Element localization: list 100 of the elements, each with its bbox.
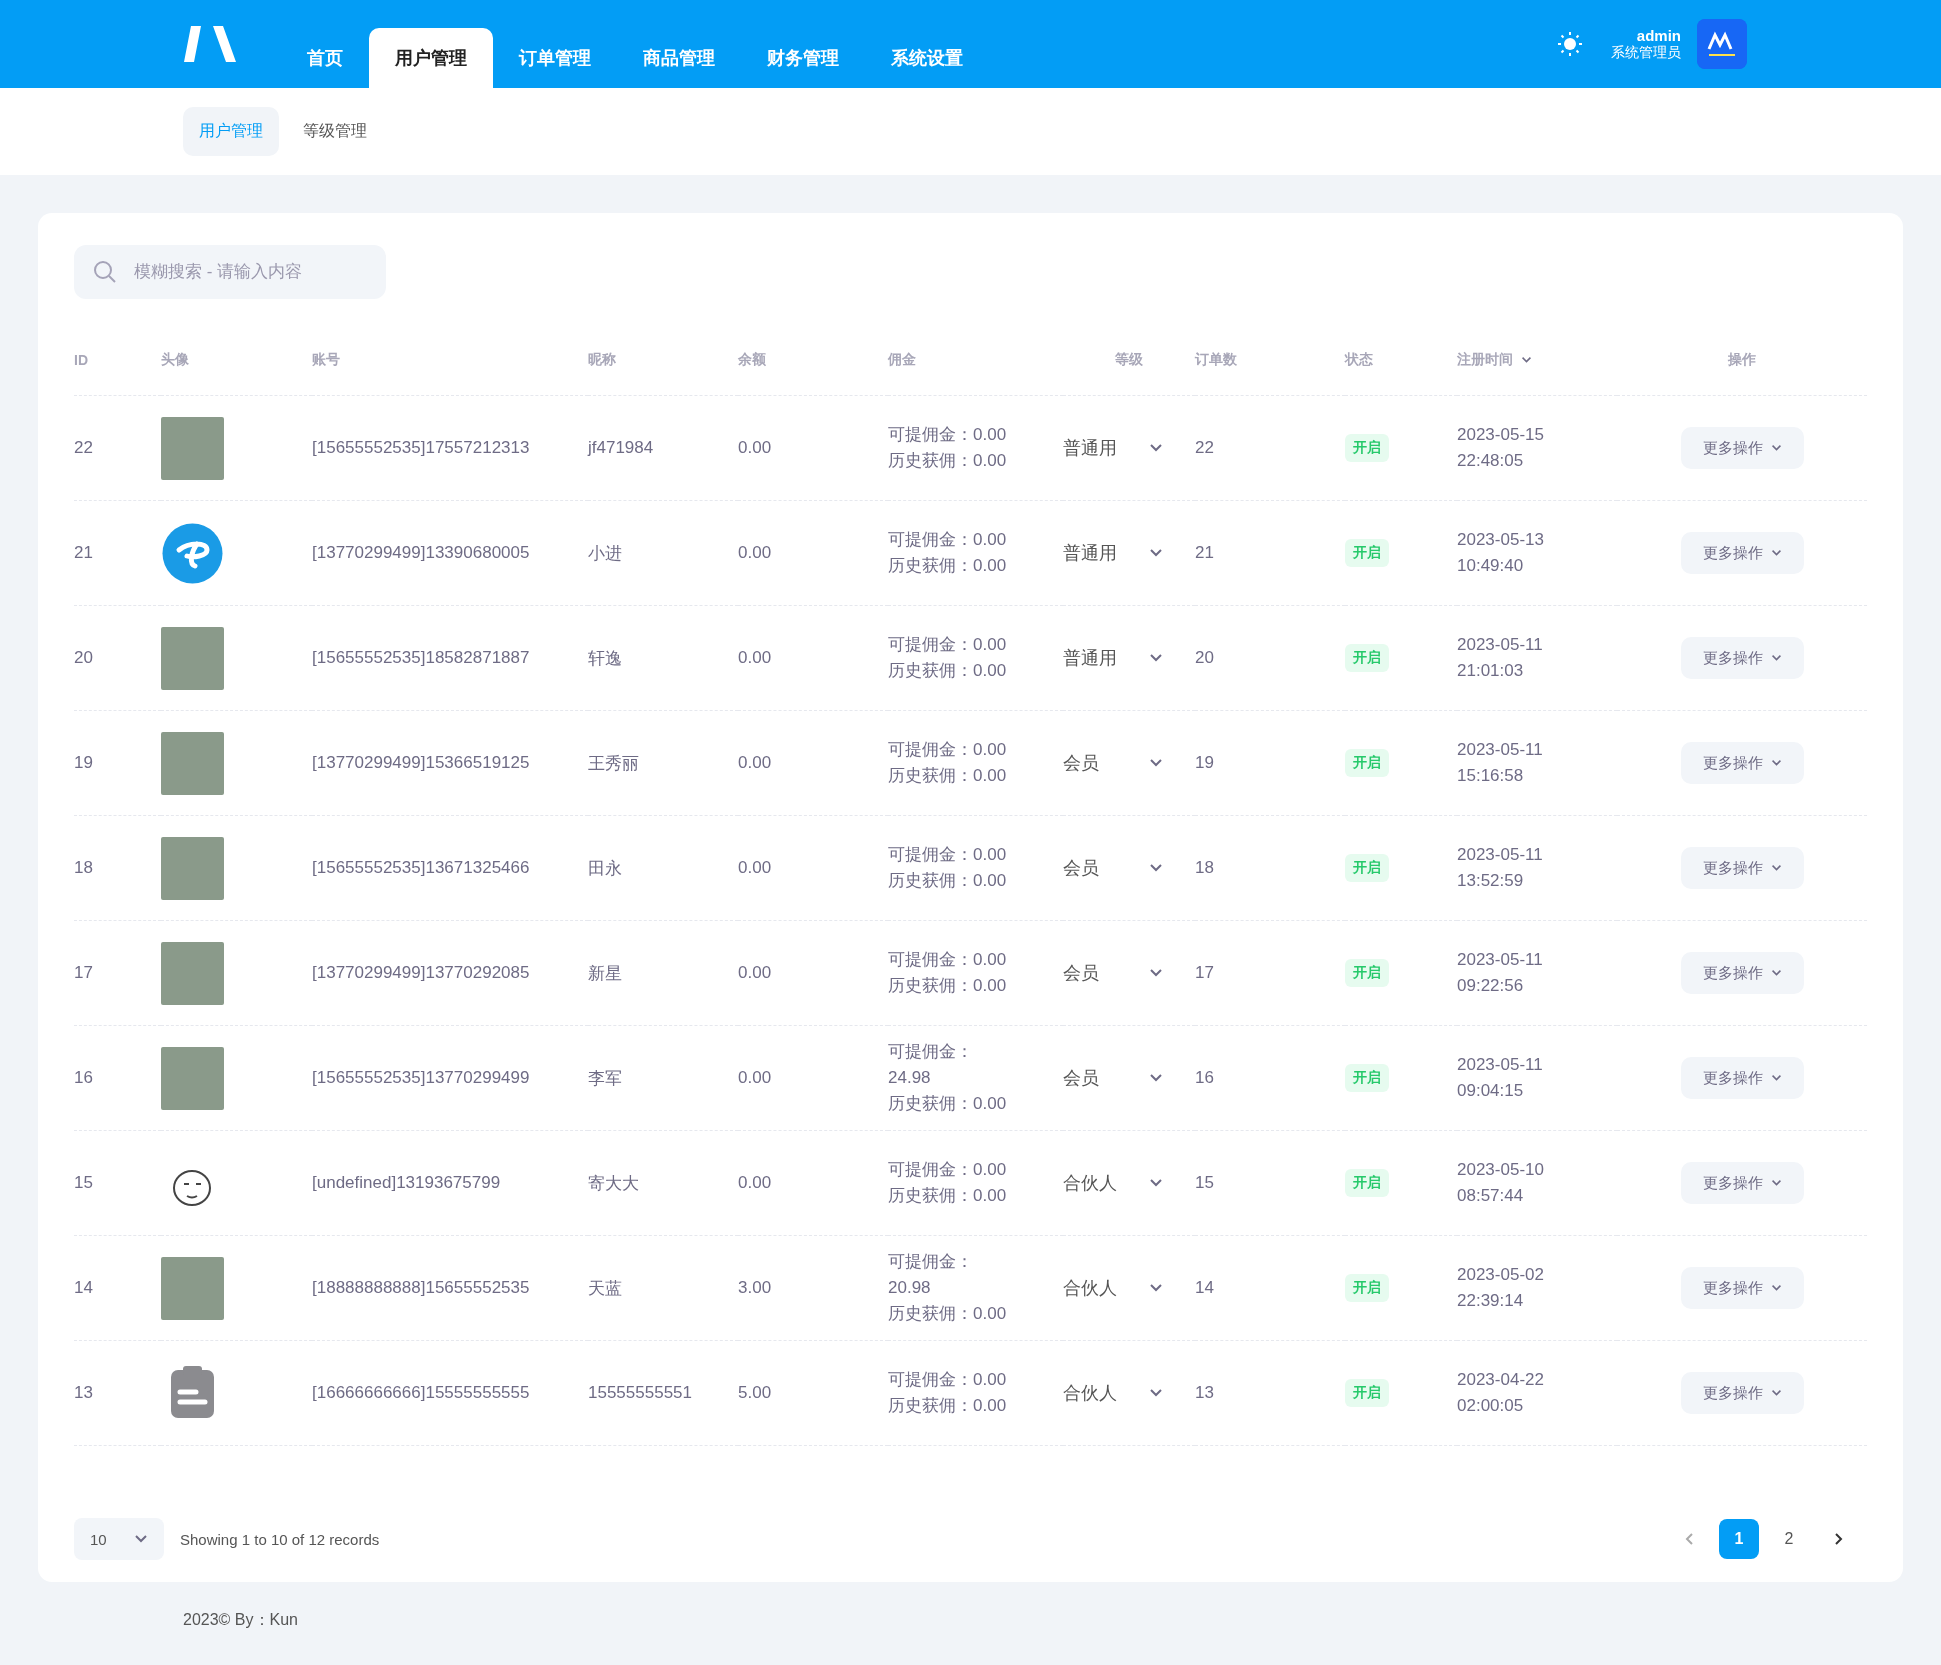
chevron-down-icon [1149,653,1163,663]
date-text: 2023-05-13 [1457,529,1544,551]
column-header: 昵称 [588,351,616,369]
status-tag: 开启 [1345,1274,1389,1302]
table-cell: 13 [1195,1383,1214,1403]
chevron-down-icon [1770,1179,1782,1187]
level-select[interactable]: 会员 [1063,751,1163,775]
table-cell: 0.00 [738,543,772,563]
column-header: 头像 [161,351,189,369]
chevron-down-icon [1149,968,1163,978]
date-text: 2023-05-11 [1457,634,1543,656]
chevron-down-icon [1149,863,1163,873]
time-text: 22:39:14 [1457,1290,1525,1312]
table-cell: 0.00 [738,1173,772,1193]
level-select[interactable]: 会员 [1063,961,1163,985]
table-cell: 18 [1195,858,1214,878]
time-text: 21:01:03 [1457,660,1525,682]
date-text: 2023-05-11 [1457,949,1543,971]
commission-text: 可提佣金：0.00 [888,1159,1008,1181]
table-cell: [13770299499]13770292085 [312,963,530,983]
table-cell: 14 [74,1278,93,1298]
commission-text: 可提佣金：0.00 [888,529,1008,551]
table-cell: [13770299499]15366519125 [312,753,530,773]
more-actions-button[interactable]: 更多操作 [1680,1372,1804,1414]
table-cell: 0.00 [738,753,772,773]
time-text: 13:52:59 [1457,870,1525,892]
more-actions-button[interactable]: 更多操作 [1680,637,1804,679]
table-cell: [15655552535]13671325466 [312,858,530,878]
more-actions-button[interactable]: 更多操作 [1680,532,1804,574]
more-actions-button[interactable]: 更多操作 [1680,952,1804,994]
table-cell: 16 [1195,1068,1214,1088]
level-select[interactable]: 合伙人 [1063,1381,1163,1405]
commission-text: 历史获佣：0.00 [888,765,1008,787]
table-cell: [13770299499]13390680005 [312,543,530,563]
commission-text: 历史获佣：0.00 [888,660,1008,682]
column-header: 账号 [312,351,340,369]
page-button[interactable]: 1 [1719,1519,1759,1559]
table-cell: 19 [1195,753,1214,773]
date-text: 2023-05-15 [1457,424,1544,446]
nav-tab[interactable]: 订单管理 [493,28,617,88]
chevron-down-icon [134,1534,148,1544]
search-field[interactable]: 模糊搜索 - 请输入内容 [74,245,386,299]
more-actions-button[interactable]: 更多操作 [1680,1057,1804,1099]
more-actions-button[interactable]: 更多操作 [1680,1267,1804,1309]
chevron-down-icon [1521,356,1532,364]
column-header: ID [74,352,88,368]
sub-tab[interactable]: 用户管理 [183,107,279,156]
table-cell-text: 小进 [588,542,622,565]
photo-placeholder [161,626,224,690]
table-cell: 18 [74,858,93,878]
more-actions-button[interactable]: 更多操作 [1680,427,1804,469]
chevron-down-icon [1770,654,1782,662]
sub-tab[interactable]: 等级管理 [287,107,383,156]
nav-tab[interactable]: 财务管理 [741,28,865,88]
chevron-down-icon [1149,548,1163,558]
time-text: 15:16:58 [1457,765,1525,787]
level-select[interactable]: 普通用 [1063,541,1163,565]
commission-text: 历史获佣：0.00 [888,870,1008,892]
nav-tab[interactable]: 用户管理 [369,28,493,88]
date-text: 2023-05-11 [1457,844,1543,866]
level-select[interactable]: 合伙人 [1063,1171,1163,1195]
level-select[interactable]: 普通用 [1063,646,1163,670]
commission-text: 历史获佣：0.00 [888,1303,1008,1325]
date-text: 2023-05-02 [1457,1264,1544,1286]
level-select[interactable]: 会员 [1063,856,1163,880]
date-text: 2023-05-11 [1457,1054,1543,1076]
table-cell: 3.00 [738,1278,772,1298]
table-cell: 17 [1195,963,1214,983]
level-select[interactable]: 会员 [1063,1066,1163,1090]
chevron-down-icon [1149,758,1163,768]
photo-placeholder [161,1046,224,1110]
table-cell: 21 [74,543,93,563]
table-cell: 19 [74,753,93,773]
table-cell-text: 王秀丽 [588,752,639,775]
level-select[interactable]: 合伙人 [1063,1276,1163,1300]
more-actions-button[interactable]: 更多操作 [1680,742,1804,784]
nav-tab[interactable]: 首页 [281,28,369,88]
status-tag: 开启 [1345,959,1389,987]
time-text: 22:48:05 [1457,450,1525,472]
table-cell: 15 [74,1173,93,1193]
commission-text: 可提佣金：0.00 [888,844,1008,866]
level-select[interactable]: 普通用 [1063,436,1163,460]
date-text: 2023-05-10 [1457,1159,1544,1181]
page-size-select[interactable]: 10 [74,1518,164,1560]
more-actions-button[interactable]: 更多操作 [1680,847,1804,889]
time-text: 02:00:05 [1457,1395,1525,1417]
commission-text: 可提佣金：0.00 [888,739,1008,761]
table-cell: 0.00 [738,858,772,878]
table-cell: [undefined]13193675799 [312,1173,501,1193]
chevron-left-icon [1684,1532,1694,1546]
nav-tab[interactable]: 系统设置 [865,28,989,88]
commission-text: 历史获佣：0.00 [888,1185,1008,1207]
user-avatar-icon[interactable] [1697,19,1747,69]
table-cell: 0.00 [738,438,772,458]
status-tag: 开启 [1345,434,1389,462]
sun-icon[interactable] [1557,31,1583,57]
more-actions-button[interactable]: 更多操作 [1680,1162,1804,1204]
status-tag: 开启 [1345,1379,1389,1407]
page-button[interactable]: 2 [1769,1519,1809,1559]
nav-tab[interactable]: 商品管理 [617,28,741,88]
